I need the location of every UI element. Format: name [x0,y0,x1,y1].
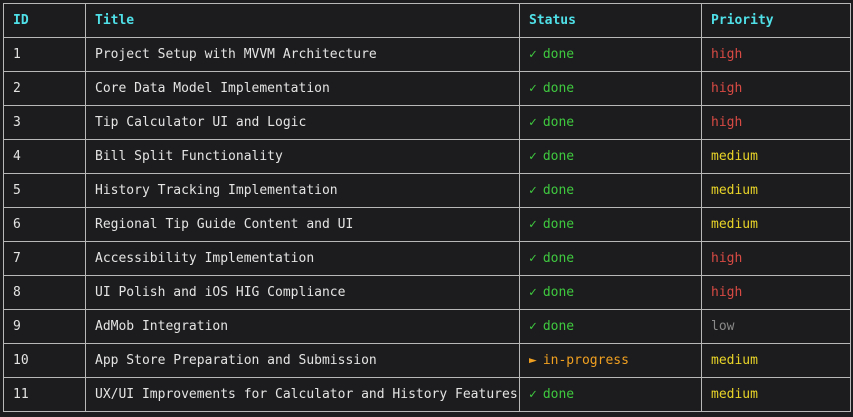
status-label: done [542,217,575,232]
checkmark-icon: ✓ [529,47,537,62]
cell-status: ✓ done [519,377,702,412]
status-label: in-progress [542,353,629,368]
cell-priority: medium [701,343,851,378]
cell-title: UI Polish and iOS HIG Compliance [85,275,520,310]
checkmark-icon: ✓ [529,149,537,164]
cell-title: App Store Preparation and Submission [85,343,520,378]
cell-title: Core Data Model Implementation [85,71,520,106]
cell-id: 6 [3,207,86,242]
status-label: done [542,251,575,266]
cell-priority: high [701,275,851,310]
status-label: done [542,319,575,334]
play-arrow-icon: ► [529,353,537,368]
status-label: done [542,115,575,130]
cell-title: AdMob Integration [85,309,520,344]
cell-id: 10 [3,343,86,378]
checkmark-icon: ✓ [529,183,537,198]
cell-priority: medium [701,207,851,242]
cell-id: 9 [3,309,86,344]
cell-title: Project Setup with MVVM Architecture [85,37,520,72]
cell-status: ✓ done [519,71,702,106]
cell-id: 3 [3,105,86,140]
cell-status: ► in-progress [519,343,702,378]
cell-priority: medium [701,377,851,412]
cell-status: ✓ done [519,37,702,72]
cell-priority: high [701,37,851,72]
task-table: ID Title Status Priority 1 Project Setup … [3,3,851,412]
checkmark-icon: ✓ [529,251,537,266]
table-row: 7 Accessibility Implementation ✓ done high [3,241,851,276]
cell-title: Regional Tip Guide Content and UI [85,207,520,242]
cell-id: 1 [3,37,86,72]
checkmark-icon: ✓ [529,115,537,130]
cell-priority: medium [701,173,851,208]
column-header-id: ID [3,3,86,38]
table-row: 9 AdMob Integration ✓ done low [3,309,851,344]
cell-title: Bill Split Functionality [85,139,520,174]
table-body: 1 Project Setup with MVVM Architecture ✓ do… [3,37,851,412]
status-label: done [542,285,575,300]
cell-id: 11 [3,377,86,412]
checkmark-icon: ✓ [529,81,537,96]
table-row: 2 Core Data Model Implementation ✓ done high [3,71,851,106]
column-header-status: Status [519,3,702,38]
cell-title: Tip Calculator UI and Logic [85,105,520,140]
checkmark-icon: ✓ [529,387,537,402]
cell-priority: high [701,71,851,106]
status-label: done [542,149,575,164]
cell-priority: high [701,105,851,140]
cell-id: 5 [3,173,86,208]
cell-id: 4 [3,139,86,174]
cell-id: 7 [3,241,86,276]
cell-id: 2 [3,71,86,106]
cell-priority: high [701,241,851,276]
cell-status: ✓ done [519,309,702,344]
cell-id: 8 [3,275,86,310]
cell-status: ✓ done [519,173,702,208]
cell-title: History Tracking Implementation [85,173,520,208]
checkmark-icon: ✓ [529,319,537,334]
column-header-title: Title [85,3,520,38]
cell-priority: medium [701,139,851,174]
status-label: done [542,47,575,62]
status-label: done [542,81,575,96]
checkmark-icon: ✓ [529,285,537,300]
cell-status: ✓ done [519,207,702,242]
table-header-row: ID Title Status Priority [3,3,851,38]
cell-title: UX/UI Improvements for Calculator and Hi… [85,377,520,412]
table-row: 10 App Store Preparation and Submission ► i… [3,343,851,378]
table-row: 6 Regional Tip Guide Content and UI ✓ done m… [3,207,851,242]
status-label: done [542,387,575,402]
cell-status: ✓ done [519,275,702,310]
cell-priority: low [701,309,851,344]
status-label: done [542,183,575,198]
checkmark-icon: ✓ [529,217,537,232]
table-row: 5 History Tracking Implementation ✓ done med… [3,173,851,208]
table-row: 4 Bill Split Functionality ✓ done medium [3,139,851,174]
cell-status: ✓ done [519,105,702,140]
cell-status: ✓ done [519,139,702,174]
task-table-container: ID Title Status Priority 1 Project Setup … [3,3,851,412]
table-row: 3 Tip Calculator UI and Logic ✓ done high [3,105,851,140]
column-header-priority: Priority [701,3,851,38]
table-row: 1 Project Setup with MVVM Architecture ✓ do… [3,37,851,72]
cell-status: ✓ done [519,241,702,276]
cell-title: Accessibility Implementation [85,241,520,276]
table-row: 8 UI Polish and iOS HIG Compliance ✓ done hi… [3,275,851,310]
table-row: 11 UX/UI Improvements for Calculator and … [3,377,851,412]
